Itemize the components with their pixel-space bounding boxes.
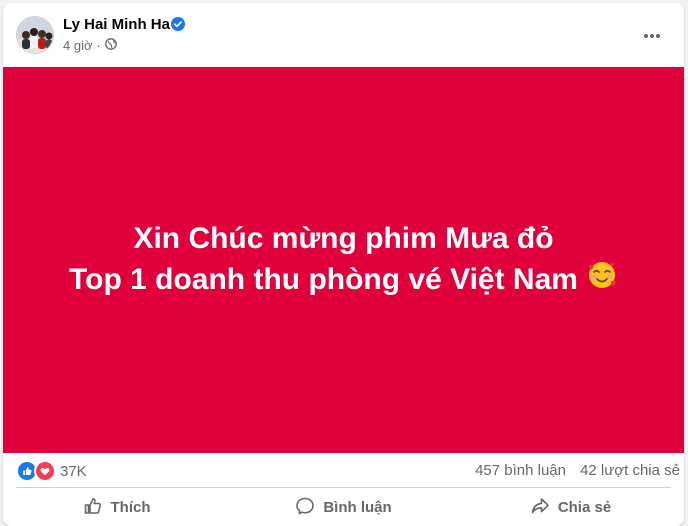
reaction-count: 37K [60, 462, 87, 480]
share-button-label: Chia sẻ [557, 499, 612, 516]
banner-line-2: Top 1 doanh thu phòng vé Việt Nam [69, 259, 618, 302]
share-button[interactable]: Chia sẻ [457, 489, 684, 526]
comment-icon [295, 496, 315, 520]
share-count[interactable]: 42 lượt chia sẻ [580, 462, 680, 479]
post-meta: 4 giờ · [63, 38, 117, 53]
comment-button-label: Bình luận [323, 499, 392, 516]
banner-line-2-text: Top 1 doanh thu phòng vé Việt Nam [69, 263, 578, 296]
reactions-summary[interactable]: 37K [16, 460, 87, 482]
more-horizontal-icon [643, 26, 661, 44]
facebook-post: Ly Hai Minh Ha 4 giờ · Xin Chúc mừng phi… [3, 3, 684, 526]
thumbs-up-icon [83, 496, 103, 520]
meta-separator: · [96, 38, 101, 53]
comment-count[interactable]: 457 bình luận [475, 462, 566, 479]
like-button-label: Thích [110, 499, 151, 516]
banner-line-1: Xin Chúc mừng phim Mưa đỏ [133, 221, 554, 255]
post-header: Ly Hai Minh Ha 4 giờ · [3, 3, 684, 67]
author-avatar[interactable] [16, 16, 54, 54]
globe-icon[interactable] [104, 38, 117, 53]
comment-button[interactable]: Bình luận [230, 489, 457, 526]
stats-divider [16, 487, 671, 488]
post-text-banner[interactable]: Xin Chúc mừng phim Mưa đỏ Top 1 doanh th… [3, 67, 684, 453]
post-actions: Thích Bình luận Chia sẻ [3, 489, 684, 526]
love-icon [34, 460, 56, 482]
post-stats: 37K 457 bình luận 42 lượt chia sẻ [3, 453, 684, 486]
author-name[interactable]: Ly Hai Minh Ha [63, 16, 170, 33]
share-icon [530, 496, 550, 520]
verified-badge-icon [171, 17, 185, 31]
smiling-face-hearts-emoji [586, 259, 618, 302]
post-timestamp[interactable]: 4 giờ [63, 38, 93, 53]
like-button[interactable]: Thích [3, 489, 230, 526]
more-options-button[interactable] [638, 21, 666, 49]
